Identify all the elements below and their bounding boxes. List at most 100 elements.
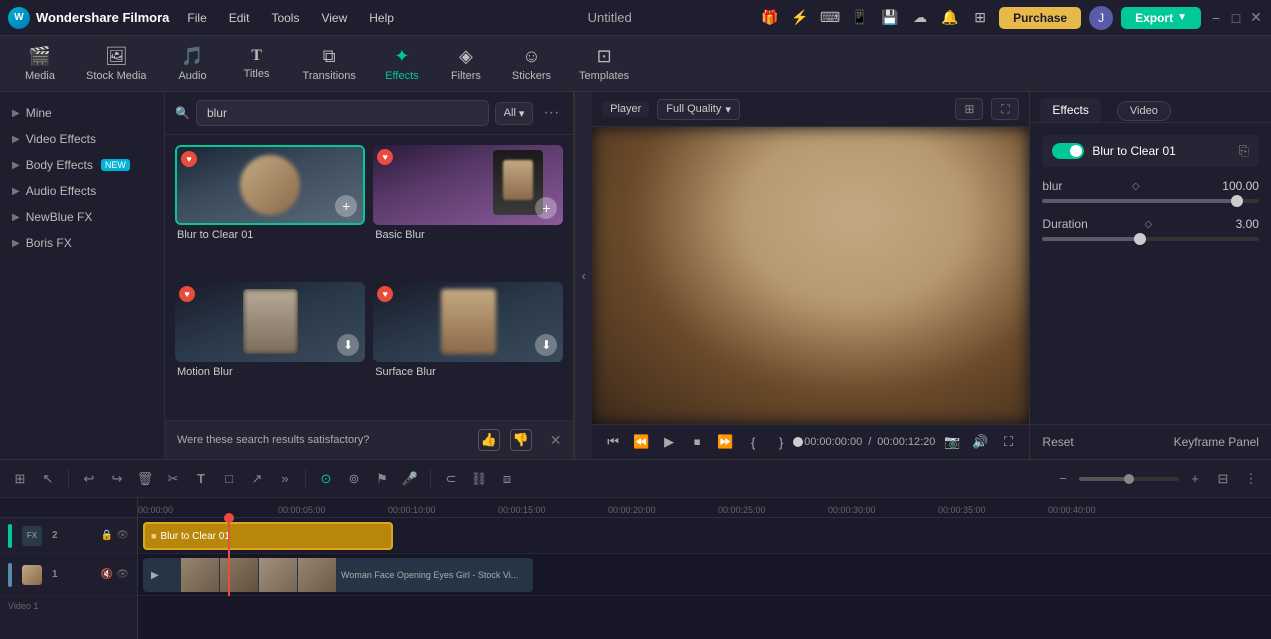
video-clip-woman-face[interactable]: ▶ Woman Face Opening Eyes Girl - Stock V… xyxy=(143,558,533,592)
panel-collapse-button[interactable]: ‹ xyxy=(574,92,592,459)
skip-back-button[interactable]: ⏮ xyxy=(602,431,624,453)
tl-layout-btn[interactable]: ⊟ xyxy=(1211,467,1235,491)
bell-icon[interactable]: 🔔 xyxy=(939,7,961,29)
video-visibility-icon[interactable]: 👁 xyxy=(116,569,129,580)
tl-undo-btn[interactable]: ↩ xyxy=(77,467,101,491)
dl-btn-motion-blur[interactable]: ⬇ xyxy=(337,334,359,356)
effect-card-basic-blur[interactable]: + Basic Blur xyxy=(373,145,563,274)
tl-motion-btn[interactable]: ↗ xyxy=(245,467,269,491)
effect-lock-icon[interactable]: 🔒 xyxy=(101,530,113,541)
thumbs-down-button[interactable]: 👎 xyxy=(510,429,532,451)
gift-icon[interactable]: 🎁 xyxy=(759,7,781,29)
lightning-icon[interactable]: ⚡ xyxy=(789,7,811,29)
sidebar-item-audio-effects[interactable]: ▶ Audio Effects xyxy=(0,178,164,204)
menu-tools[interactable]: Tools xyxy=(261,7,309,29)
toolbar-stickers[interactable]: ☺ Stickers xyxy=(500,40,563,88)
keyframe-panel-button[interactable]: Keyframe Panel xyxy=(1174,435,1259,449)
blur-value-input[interactable] xyxy=(1209,179,1259,193)
play-button[interactable]: ▶ xyxy=(658,431,680,453)
toolbar-audio[interactable]: 🎵 Audio xyxy=(163,40,223,88)
mobile-icon[interactable]: 📱 xyxy=(849,7,871,29)
effect-enable-toggle[interactable] xyxy=(1052,143,1084,159)
toolbar-titles[interactable]: T Titles xyxy=(227,41,287,86)
tl-select-btn[interactable]: ↖ xyxy=(36,467,60,491)
sidebar-item-mine[interactable]: ▶ Mine xyxy=(0,100,164,126)
prev-frame-button[interactable]: ⏪ xyxy=(630,431,652,453)
blur-slider[interactable] xyxy=(1042,199,1259,203)
tl-delete-btn[interactable]: 🗑 xyxy=(133,467,157,491)
tl-more-btn[interactable]: » xyxy=(273,467,297,491)
minimize-button[interactable]: − xyxy=(1209,11,1223,25)
menu-help[interactable]: Help xyxy=(359,7,404,29)
satisfaction-close-button[interactable]: ✕ xyxy=(550,432,562,449)
user-avatar[interactable]: J xyxy=(1089,6,1113,30)
tl-redo-btn[interactable]: ↪ xyxy=(105,467,129,491)
close-button[interactable]: ✕ xyxy=(1249,11,1263,25)
tl-crop-btn[interactable]: □ xyxy=(217,467,241,491)
reset-button[interactable]: Reset xyxy=(1042,435,1073,449)
sidebar-item-video-effects[interactable]: ▶ Video Effects xyxy=(0,126,164,152)
blur-slider-handle[interactable] xyxy=(1231,195,1243,207)
toolbar-transitions[interactable]: ⧉ Transitions xyxy=(291,40,368,88)
tl-snap-btn[interactable]: ⊙ xyxy=(314,467,338,491)
toolbar-templates[interactable]: ⊡ Templates xyxy=(567,40,641,88)
duration-slider-handle[interactable] xyxy=(1134,233,1146,245)
tab-effects[interactable]: Effects xyxy=(1040,98,1100,122)
effect-clip-blur-to-clear[interactable]: ■ Blur to Clear 01 xyxy=(143,522,393,550)
tl-overlay-btn[interactable]: ⧈ xyxy=(495,467,519,491)
effect-info-button[interactable]: ⎘ xyxy=(1239,143,1249,159)
export-button[interactable]: Export ▼ xyxy=(1121,7,1201,29)
quality-dropdown[interactable]: Full Quality ▾ xyxy=(657,99,740,120)
tl-marker-btn[interactable]: ⚑ xyxy=(370,467,394,491)
effect-card-surface-blur[interactable]: ⬇ Surface Blur xyxy=(373,282,563,411)
expand-button[interactable]: ⛶ xyxy=(997,431,1019,453)
save-icon[interactable]: 💾 xyxy=(879,7,901,29)
sidebar-item-body-effects[interactable]: ▶ Body Effects NEW xyxy=(0,152,164,178)
toolbar-effects[interactable]: ✦ Effects xyxy=(372,40,432,88)
timeline-zoom-slider[interactable] xyxy=(1079,477,1179,481)
export-dropdown-icon[interactable]: ▼ xyxy=(1177,12,1187,23)
tl-split-btn[interactable]: ⊂ xyxy=(439,467,463,491)
thumbs-up-button[interactable]: 👍 xyxy=(478,429,500,451)
search-more-button[interactable]: ··· xyxy=(539,104,563,122)
sidebar-item-boris-fx[interactable]: ▶ Boris FX xyxy=(0,230,164,256)
purchase-button[interactable]: Purchase xyxy=(999,7,1081,29)
cloud-icon[interactable]: ☁ xyxy=(909,7,931,29)
menu-edit[interactable]: Edit xyxy=(219,7,260,29)
menu-view[interactable]: View xyxy=(311,7,357,29)
keyboard-icon[interactable]: ⌨ xyxy=(819,7,841,29)
tl-ripple-btn[interactable]: ⊚ xyxy=(342,467,366,491)
sidebar-item-newblue-fx[interactable]: ▶ NewBlue FX xyxy=(0,204,164,230)
menu-file[interactable]: File xyxy=(177,7,216,29)
tl-cut-btn[interactable]: ✂ xyxy=(161,467,185,491)
next-frame-button[interactable]: ⏩ xyxy=(714,431,736,453)
toolbar-filters[interactable]: ◈ Filters xyxy=(436,40,496,88)
tl-scene-btn[interactable]: ⊞ xyxy=(8,467,32,491)
effect-visibility-icon[interactable]: 👁 xyxy=(116,530,129,541)
effect-card-blur-to-clear[interactable]: + Blur to Clear 01 xyxy=(175,145,365,274)
toolbar-stock-media[interactable]: 🖼 Stock Media xyxy=(74,40,159,88)
duration-slider[interactable] xyxy=(1042,237,1259,241)
tab-video[interactable]: Video xyxy=(1105,98,1183,122)
duration-value-input[interactable] xyxy=(1209,217,1259,231)
tl-text-btn[interactable]: T xyxy=(189,467,213,491)
timeline-tracks-wrapper[interactable]: 00:00:00 00:00:05:00 00:00:10:00 00:00:1… xyxy=(138,498,1271,639)
tl-zoom-in-btn[interactable]: + xyxy=(1183,467,1207,491)
snapshot-button[interactable]: 📷 xyxy=(941,431,963,453)
grid-view-button[interactable]: ⊞ xyxy=(955,98,983,120)
tl-zoom-out-btn[interactable]: − xyxy=(1051,467,1075,491)
mark-out-button[interactable]: } xyxy=(770,431,792,453)
duration-keyframe-diamond[interactable]: ◇ xyxy=(1145,219,1153,230)
maximize-button[interactable]: □ xyxy=(1229,11,1243,25)
tl-more2-btn[interactable]: ⋮ xyxy=(1239,467,1263,491)
tl-link-btn[interactable]: ⛓ xyxy=(467,467,491,491)
search-input[interactable] xyxy=(196,100,489,126)
apps-icon[interactable]: ⊞ xyxy=(969,7,991,29)
effect-card-motion-blur[interactable]: ⬇ Motion Blur xyxy=(175,282,365,411)
audio-button[interactable]: 🔊 xyxy=(969,431,991,453)
search-filter-dropdown[interactable]: All ▾ xyxy=(495,102,534,125)
tl-audio-btn[interactable]: 🎤 xyxy=(398,467,422,491)
dl-btn-surface-blur[interactable]: ⬇ xyxy=(535,334,557,356)
toolbar-media[interactable]: 🎬 Media xyxy=(10,40,70,88)
video-mute-icon[interactable]: 🔇 xyxy=(101,569,113,580)
